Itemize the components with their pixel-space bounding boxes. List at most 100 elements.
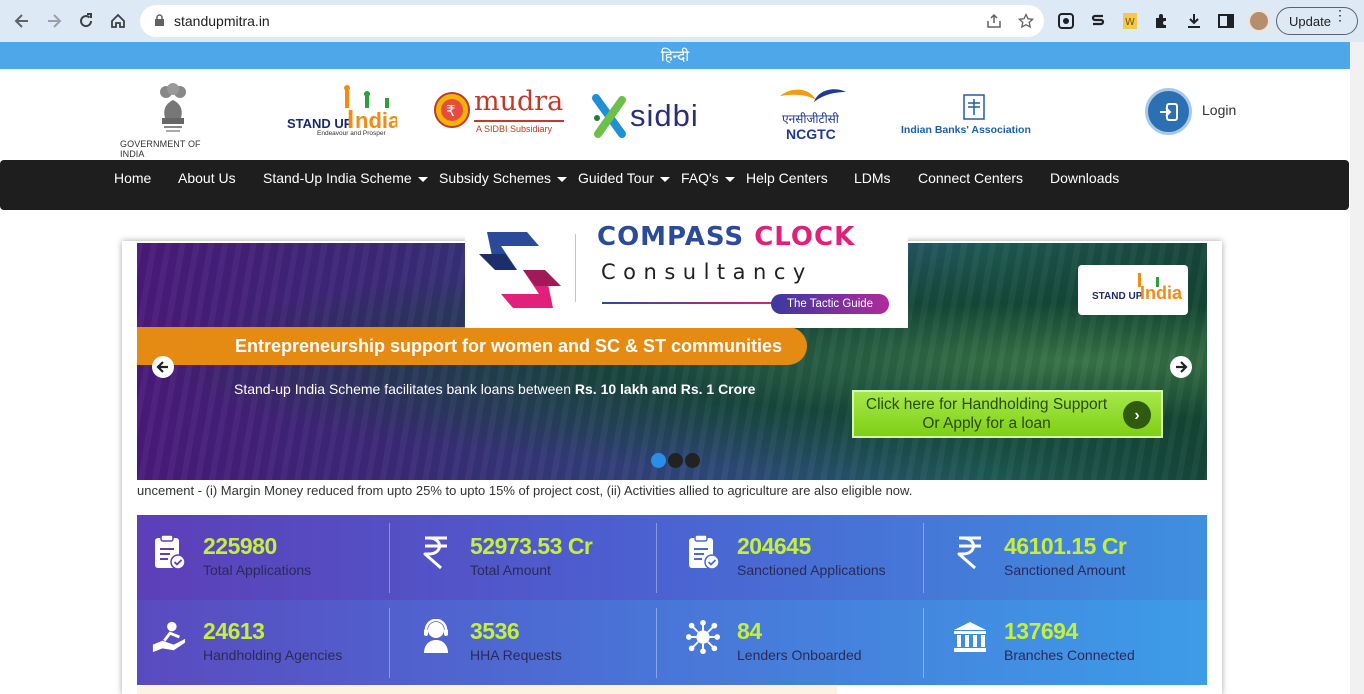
apply-line-2: Or Apply for a loan	[922, 415, 1051, 432]
reload-icon[interactable]	[74, 9, 98, 33]
stat-value: 84	[737, 618, 762, 644]
chevron-down-icon	[417, 176, 428, 182]
mudra-coin-icon: ₹	[434, 92, 470, 128]
rupee-icon	[418, 533, 454, 571]
carousel-dot[interactable]	[651, 453, 666, 468]
carousel-dot[interactable]	[685, 453, 700, 468]
carousel-next-button[interactable]	[1170, 356, 1192, 378]
page-scrollbar[interactable]	[1350, 42, 1364, 694]
mudra-logo[interactable]: ₹ mudra A SIDBI Subsidiary	[432, 86, 564, 138]
bookmark-star-icon[interactable]	[1017, 13, 1035, 29]
sidbi-mark-icon	[592, 94, 626, 138]
carousel-prev-button[interactable]	[152, 356, 174, 378]
download-icon[interactable]	[1184, 11, 1204, 31]
nav-guided-tour[interactable]: Guided Tour	[578, 169, 671, 187]
arrow-left-icon	[156, 361, 168, 373]
lock-icon	[154, 14, 165, 32]
svg-text:India: India	[1140, 283, 1183, 303]
login-link[interactable]: Login	[1202, 102, 1236, 118]
extension-s-icon[interactable]	[1088, 11, 1108, 31]
stand-up-india-badge: STAND UP India	[1078, 265, 1188, 315]
mudra-wordmark: mudra	[474, 86, 564, 117]
profile-avatar[interactable]	[1248, 10, 1270, 32]
svg-text:W: W	[1125, 17, 1135, 28]
carousel-dot[interactable]	[668, 453, 683, 468]
chevron-right-icon: ›	[1123, 401, 1151, 429]
stat-value: 52973.53 Cr	[470, 533, 593, 559]
ashoka-emblem-icon	[160, 83, 186, 132]
nav-home[interactable]: Home	[114, 169, 151, 187]
stat-label: Sanctioned Applications	[737, 562, 886, 578]
svg-text:STAND UP: STAND UP	[287, 116, 353, 131]
nav-connect-centers[interactable]: Connect Centers	[918, 169, 1023, 187]
chevron-down-icon	[724, 176, 735, 182]
extension-w-icon[interactable]: W	[1120, 11, 1140, 31]
nav-help-centers[interactable]: Help Centers	[746, 169, 828, 187]
ncgtc-hands-icon	[780, 89, 846, 102]
stat-value: 24613	[203, 618, 265, 644]
chevron-down-icon	[660, 176, 671, 182]
indian-banks-association-logo[interactable]: Indian Banks' Association	[900, 93, 1052, 137]
compass-title: COMPASS CLOCK	[597, 222, 856, 252]
compass-tagline: The Tactic Guide	[771, 294, 889, 314]
stat-sanctioned-applications: 204645 Sanctioned Applications	[671, 515, 938, 600]
carousel-indicators	[651, 453, 700, 468]
side-panel-icon[interactable]	[1216, 11, 1236, 31]
compass-clock-watermark: COMPASS CLOCK Consultancy The Tactic Gui…	[465, 212, 908, 328]
stat-lenders-onboarded: 84 Lenders Onboarded	[671, 600, 938, 685]
stat-label: Branches Connected	[1004, 647, 1135, 663]
stat-sanctioned-amount: 46101.15 Cr Sanctioned Amount	[938, 515, 1205, 600]
main-navigation: Home About Us Stand-Up India Scheme Subs…	[0, 160, 1349, 210]
iba-text: Indian Banks' Association	[901, 124, 1031, 136]
nav-about-us[interactable]: About Us	[178, 169, 236, 187]
stats-panel: 225980 Total Applications 52973.53 Cr To…	[137, 515, 1207, 685]
stat-label: Total Amount	[470, 562, 551, 578]
network-icon	[685, 618, 721, 656]
compass-subtitle: Consultancy	[601, 260, 813, 284]
stat-value: 3536	[470, 618, 520, 644]
stat-value: 137694	[1004, 618, 1078, 644]
nav-subsidy-schemes[interactable]: Subsidy Schemes	[439, 169, 568, 187]
banner-headline: Entrepreneurship support for women and S…	[137, 327, 807, 365]
stat-label: Lenders Onboarded	[737, 647, 862, 663]
language-toggle-bar[interactable]: हिन्दी	[0, 42, 1350, 69]
sidbi-logo[interactable]: sidbi	[592, 94, 720, 142]
announcement-ticker[interactable]: uncement - (i) Margin Money reduced from…	[137, 483, 912, 498]
stat-label: Sanctioned Amount	[1004, 562, 1126, 578]
clipboard-check-icon	[685, 533, 721, 571]
nav-ldms[interactable]: LDMs	[854, 169, 891, 187]
hand-support-icon	[151, 618, 187, 656]
handholding-apply-button[interactable]: Click here for Handholding Support Or Ap…	[852, 390, 1163, 438]
back-icon[interactable]	[10, 9, 34, 33]
stand-up-tagline: Endeavour and Prosper	[317, 130, 386, 137]
hindi-link[interactable]: हिन्दी	[661, 46, 689, 66]
menu-dots-icon: ⋮	[1333, 7, 1347, 23]
url-text: standupmitra.in	[174, 13, 270, 29]
goi-text: GOVERNMENT OF INDIA	[120, 139, 201, 159]
nav-downloads[interactable]: Downloads	[1050, 169, 1119, 187]
banner-subtext: Stand-up India Scheme facilitates bank l…	[234, 381, 756, 397]
mudra-subtitle: A SIDBI Subsidiary	[476, 124, 553, 134]
screen-capture-extension-icon[interactable]	[1056, 11, 1076, 31]
stat-label: HHA Requests	[470, 647, 562, 663]
nav-stand-up-india-scheme[interactable]: Stand-Up India Scheme	[263, 169, 428, 187]
stand-up-india-logo[interactable]: STAND UP I ndia Endeavour and Prosper	[285, 84, 401, 140]
ncgtc-logo[interactable]: एनसीजीटीसी NCGTC	[776, 86, 850, 144]
share-icon[interactable]	[985, 13, 1003, 29]
sidbi-wordmark: sidbi	[630, 98, 699, 133]
apply-line-1: Click here for Handholding Support	[865, 396, 1108, 413]
arrow-right-icon	[1176, 361, 1188, 373]
government-of-india-logo: GOVERNMENT OF INDIA	[118, 78, 226, 159]
forward-icon[interactable]	[42, 9, 66, 33]
login-button[interactable]	[1145, 88, 1192, 135]
address-bar[interactable]: standupmitra.in	[140, 5, 1044, 37]
home-icon[interactable]	[106, 9, 130, 33]
update-button[interactable]: Update ⋮	[1276, 7, 1358, 35]
ncgtc-text: NCGTC	[786, 126, 836, 142]
clipboard-check-icon	[151, 533, 187, 571]
stat-hha-requests: 3536 HHA Requests	[404, 600, 671, 685]
svg-text:₹: ₹	[446, 102, 456, 120]
support-agent-icon	[418, 618, 454, 656]
extensions-puzzle-icon[interactable]	[1152, 11, 1172, 31]
nav-faqs[interactable]: FAQ's	[681, 169, 735, 187]
